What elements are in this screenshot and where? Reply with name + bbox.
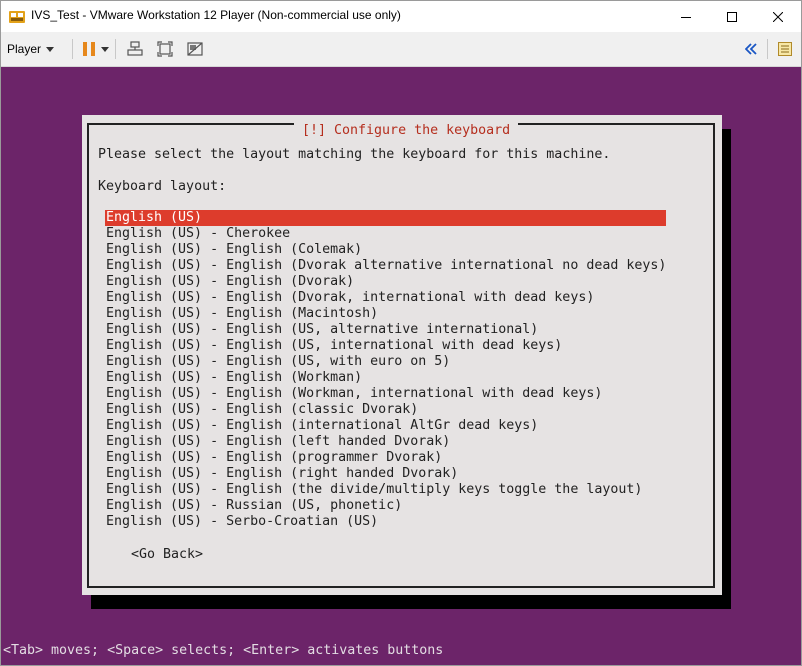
toolbar-separator xyxy=(767,39,768,59)
full-screen-button[interactable] xyxy=(155,39,175,59)
list-item[interactable]: English (US) - English (programmer Dvora… xyxy=(105,450,666,466)
list-item[interactable]: English (US) - English (Workman, interna… xyxy=(105,386,666,402)
toolbar-separator xyxy=(72,39,73,59)
close-button[interactable] xyxy=(755,1,801,32)
list-item[interactable]: English (US) - English (left handed Dvor… xyxy=(105,434,666,450)
list-item[interactable]: English (US) - Cherokee xyxy=(105,226,666,242)
keyboard-config-dialog: [!] Configure the keyboard Please select… xyxy=(82,115,722,595)
close-icon xyxy=(773,11,783,22)
title-bar[interactable]: IVS_Test - VMware Workstation 12 Player … xyxy=(1,1,801,32)
list-item[interactable]: English (US) - English (right handed Dvo… xyxy=(105,466,666,482)
keyboard-layout-label: Keyboard layout: xyxy=(98,179,227,194)
player-menu-button[interactable]: Player xyxy=(7,38,55,60)
list-item[interactable]: English (US) - English (Dvorak) xyxy=(105,274,666,290)
back-arrows-icon xyxy=(745,43,757,55)
list-item[interactable]: English (US) - English (Workman) xyxy=(105,370,666,386)
window-title: IVS_Test - VMware Workstation 12 Player … xyxy=(31,8,401,22)
chevron-down-icon xyxy=(46,46,55,52)
maximize-icon xyxy=(727,11,737,22)
list-item[interactable]: English (US) - English (the divide/multi… xyxy=(105,482,666,498)
back-arrows-button[interactable] xyxy=(741,39,761,59)
go-back-button[interactable]: <Go Back> xyxy=(131,547,203,563)
minimize-button[interactable] xyxy=(663,1,709,32)
list-item[interactable]: English (US) - English (Dvorak alternati… xyxy=(105,258,666,274)
list-item[interactable]: English (US) - English (Macintosh) xyxy=(105,306,666,322)
library-icon xyxy=(778,42,792,56)
vm-console[interactable]: [!] Configure the keyboard Please select… xyxy=(1,67,801,665)
unity-icon xyxy=(187,42,203,56)
list-item[interactable]: English (US) - English (Colemak) xyxy=(105,242,666,258)
pause-dropdown-button[interactable] xyxy=(99,39,111,59)
toolbar: Player xyxy=(1,32,801,67)
vmware-player-window: IVS_Test - VMware Workstation 12 Player … xyxy=(0,0,802,666)
list-item-selected[interactable]: English (US) xyxy=(105,210,666,226)
dialog-title: [!] Configure the keyboard xyxy=(294,123,519,139)
maximize-button[interactable] xyxy=(709,1,755,32)
send-ctrl-alt-del-icon xyxy=(127,41,143,56)
list-item[interactable]: English (US) - Serbo-Croatian (US) xyxy=(105,514,666,530)
player-menu-label: Player xyxy=(7,42,42,56)
status-hint: <Tab> moves; <Space> selects; <Enter> ac… xyxy=(3,643,444,658)
list-item[interactable]: English (US) - English (international Al… xyxy=(105,418,666,434)
unity-button[interactable] xyxy=(185,39,205,59)
instruction-text: Please select the layout matching the ke… xyxy=(98,147,611,162)
chevron-down-icon xyxy=(101,46,109,52)
list-item[interactable]: English (US) - English (Dvorak, internat… xyxy=(105,290,666,306)
app-icon xyxy=(9,9,25,23)
full-screen-icon xyxy=(157,41,173,57)
keyboard-layout-list[interactable]: English (US) English (US) - Cherokee Engli… xyxy=(105,210,666,530)
list-item[interactable]: English (US) - Russian (US, phonetic) xyxy=(105,498,666,514)
pause-button[interactable] xyxy=(79,39,99,59)
list-item[interactable]: English (US) - English (US, with euro on… xyxy=(105,354,666,370)
pause-icon xyxy=(83,42,95,56)
minimize-icon xyxy=(681,16,691,18)
list-item[interactable]: English (US) - English (classic Dvorak) xyxy=(105,402,666,418)
library-button[interactable] xyxy=(775,39,795,59)
list-item[interactable]: English (US) - English (US, internationa… xyxy=(105,338,666,354)
list-item[interactable]: English (US) - English (US, alternative … xyxy=(105,322,666,338)
toolbar-separator xyxy=(115,39,116,59)
send-ctrl-alt-del-button[interactable] xyxy=(125,39,145,59)
